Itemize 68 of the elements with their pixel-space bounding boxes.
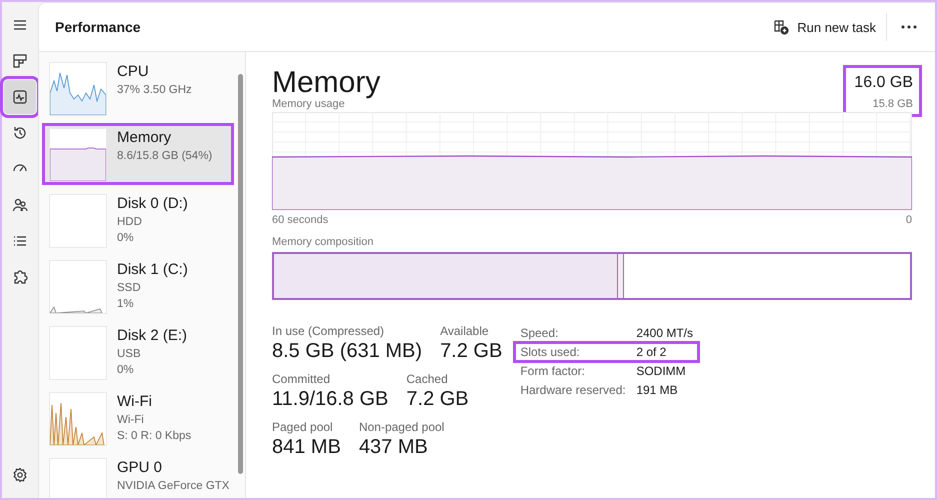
device-name: Disk 0 (D:) <box>117 194 188 214</box>
spec-label: Hardware reserved: <box>520 383 627 397</box>
stat-label: Cached <box>406 372 449 386</box>
graph-label: Memory composition <box>272 236 374 248</box>
device-list-item[interactable]: GPU 0 NVIDIA GeForce GTX <box>45 456 231 498</box>
device-info: USB <box>117 347 142 362</box>
page-title: Performance <box>55 19 142 35</box>
stat-value: 841 MB <box>272 435 341 460</box>
stat-value: 437 MB <box>358 435 429 460</box>
device-name: Memory <box>117 128 172 148</box>
device-list-item[interactable]: Wi-Fi Wi-Fi S: 0 R: 0 Kbps <box>45 390 231 446</box>
network-graph-drawing <box>50 402 104 446</box>
device-list-item[interactable]: CPU 37% 3.50 GHz <box>45 60 231 116</box>
device-info: Wi-Fi <box>117 413 145 428</box>
settings-icon <box>12 467 28 483</box>
device-list-item[interactable]: Disk 1 (C:) SSD 1% <box>45 258 231 314</box>
section-title: Memory <box>272 66 380 99</box>
nav-button[interactable] <box>4 80 36 114</box>
device-list-item[interactable]: Memory 8.6/15.8 GB (54%) <box>45 126 231 182</box>
spec-label: Form factor: <box>520 364 586 378</box>
device-info: 37% 3.50 GHz <box>117 83 192 98</box>
spec-value: 191 MB <box>636 383 679 397</box>
device-info: SSD <box>117 281 142 296</box>
device-list-item[interactable]: Disk 2 (E:) USB 0% <box>45 324 231 380</box>
disk-graph-drawing <box>49 306 103 314</box>
cpu-graph-drawing <box>50 72 106 116</box>
stat-label: Committed <box>272 372 332 386</box>
stat-label: Available <box>440 324 490 338</box>
pulse-icon <box>12 89 28 105</box>
stat-label: In use (Compressed) <box>272 324 386 338</box>
device-name: GPU 0 <box>117 458 164 478</box>
usable-capacity: 15.8 GB <box>872 98 913 110</box>
spec-label: Speed: <box>520 326 560 340</box>
more-icon <box>901 25 917 29</box>
device-info: 8.6/15.8 GB (54%) <box>117 149 212 164</box>
axis-label: 0 <box>906 214 912 226</box>
axis-label: 60 seconds <box>272 214 328 226</box>
scrollbar[interactable] <box>238 74 243 474</box>
stat-value: 8.5 GB (631 MB) <box>272 339 422 364</box>
device-info: 0% <box>117 363 135 378</box>
stat-value: 7.2 GB <box>406 387 469 412</box>
device-info: 0% <box>117 231 135 246</box>
puzzle-icon <box>12 269 28 285</box>
spec-value: SODIMM <box>636 364 687 378</box>
total-capacity: 16.0 GB <box>854 74 913 92</box>
stat-value: 11.9/16.8 GB <box>272 387 388 412</box>
device-name: Disk 1 (C:) <box>117 260 188 280</box>
users-icon <box>12 197 28 213</box>
grid-icon <box>12 53 28 69</box>
stat-value: 7.2 GB <box>440 339 502 364</box>
spec-label: Slots used: <box>520 345 581 359</box>
graph-label: Memory usage <box>272 98 345 110</box>
memory-graph-drawing <box>50 148 106 182</box>
stat-label: Non-paged pool <box>358 420 444 434</box>
device-name: Wi-Fi <box>117 392 153 412</box>
stat-label: Paged pool <box>272 420 334 434</box>
device-info: 1% <box>117 297 135 312</box>
device-list-item[interactable]: Disk 0 (D:) HDD 0% <box>45 192 231 248</box>
device-info: HDD <box>117 215 143 230</box>
spec-value: 2 of 2 <box>636 345 668 359</box>
run-new-task-button[interactable]: Run new task <box>763 13 887 41</box>
history-icon <box>12 125 28 141</box>
device-info: NVIDIA GeForce GTX <box>117 479 230 494</box>
device-name: Disk 2 (E:) <box>117 326 188 346</box>
device-name: CPU <box>117 62 150 82</box>
spec-value: 2400 MT/s <box>636 326 694 340</box>
device-info: S: 0 R: 0 Kbps <box>117 429 192 444</box>
add-window-icon <box>773 19 790 35</box>
